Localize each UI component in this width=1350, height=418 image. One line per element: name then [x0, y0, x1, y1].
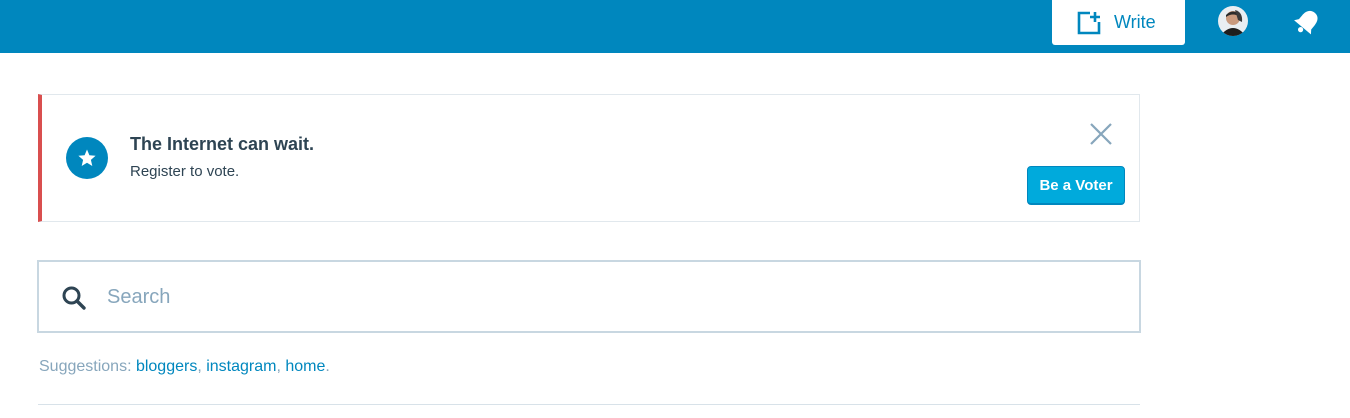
banner-description: Register to vote. — [130, 163, 240, 180]
search-box[interactable] — [37, 260, 1141, 333]
add-post-icon — [1077, 11, 1101, 34]
be-a-voter-button[interactable]: Be a Voter — [1027, 166, 1125, 205]
search-suggestions: Suggestions: bloggers, instagram, home. — [39, 358, 330, 375]
suggestion-link-instagram[interactable]: instagram — [206, 358, 276, 375]
notifications-button[interactable] — [1292, 8, 1322, 36]
suggestion-link-home[interactable]: home — [285, 358, 325, 375]
write-button-label: Write — [1114, 12, 1156, 32]
suggestion-link-bloggers[interactable]: bloggers — [136, 358, 197, 375]
vote-banner: The Internet can wait. Register to vote.… — [38, 94, 1140, 222]
banner-title: The Internet can wait. — [130, 134, 315, 154]
masterbar: Write — [0, 0, 1350, 53]
write-button[interactable]: Write — [1052, 0, 1185, 45]
suggestions-prefix: Suggestions: — [39, 358, 136, 375]
search-icon[interactable] — [61, 285, 87, 311]
close-icon[interactable] — [1088, 121, 1114, 147]
user-avatar[interactable] — [1218, 6, 1248, 36]
search-input[interactable] — [107, 276, 1107, 318]
star-icon — [66, 137, 108, 179]
divider — [38, 404, 1140, 405]
bell-icon — [1294, 10, 1318, 35]
